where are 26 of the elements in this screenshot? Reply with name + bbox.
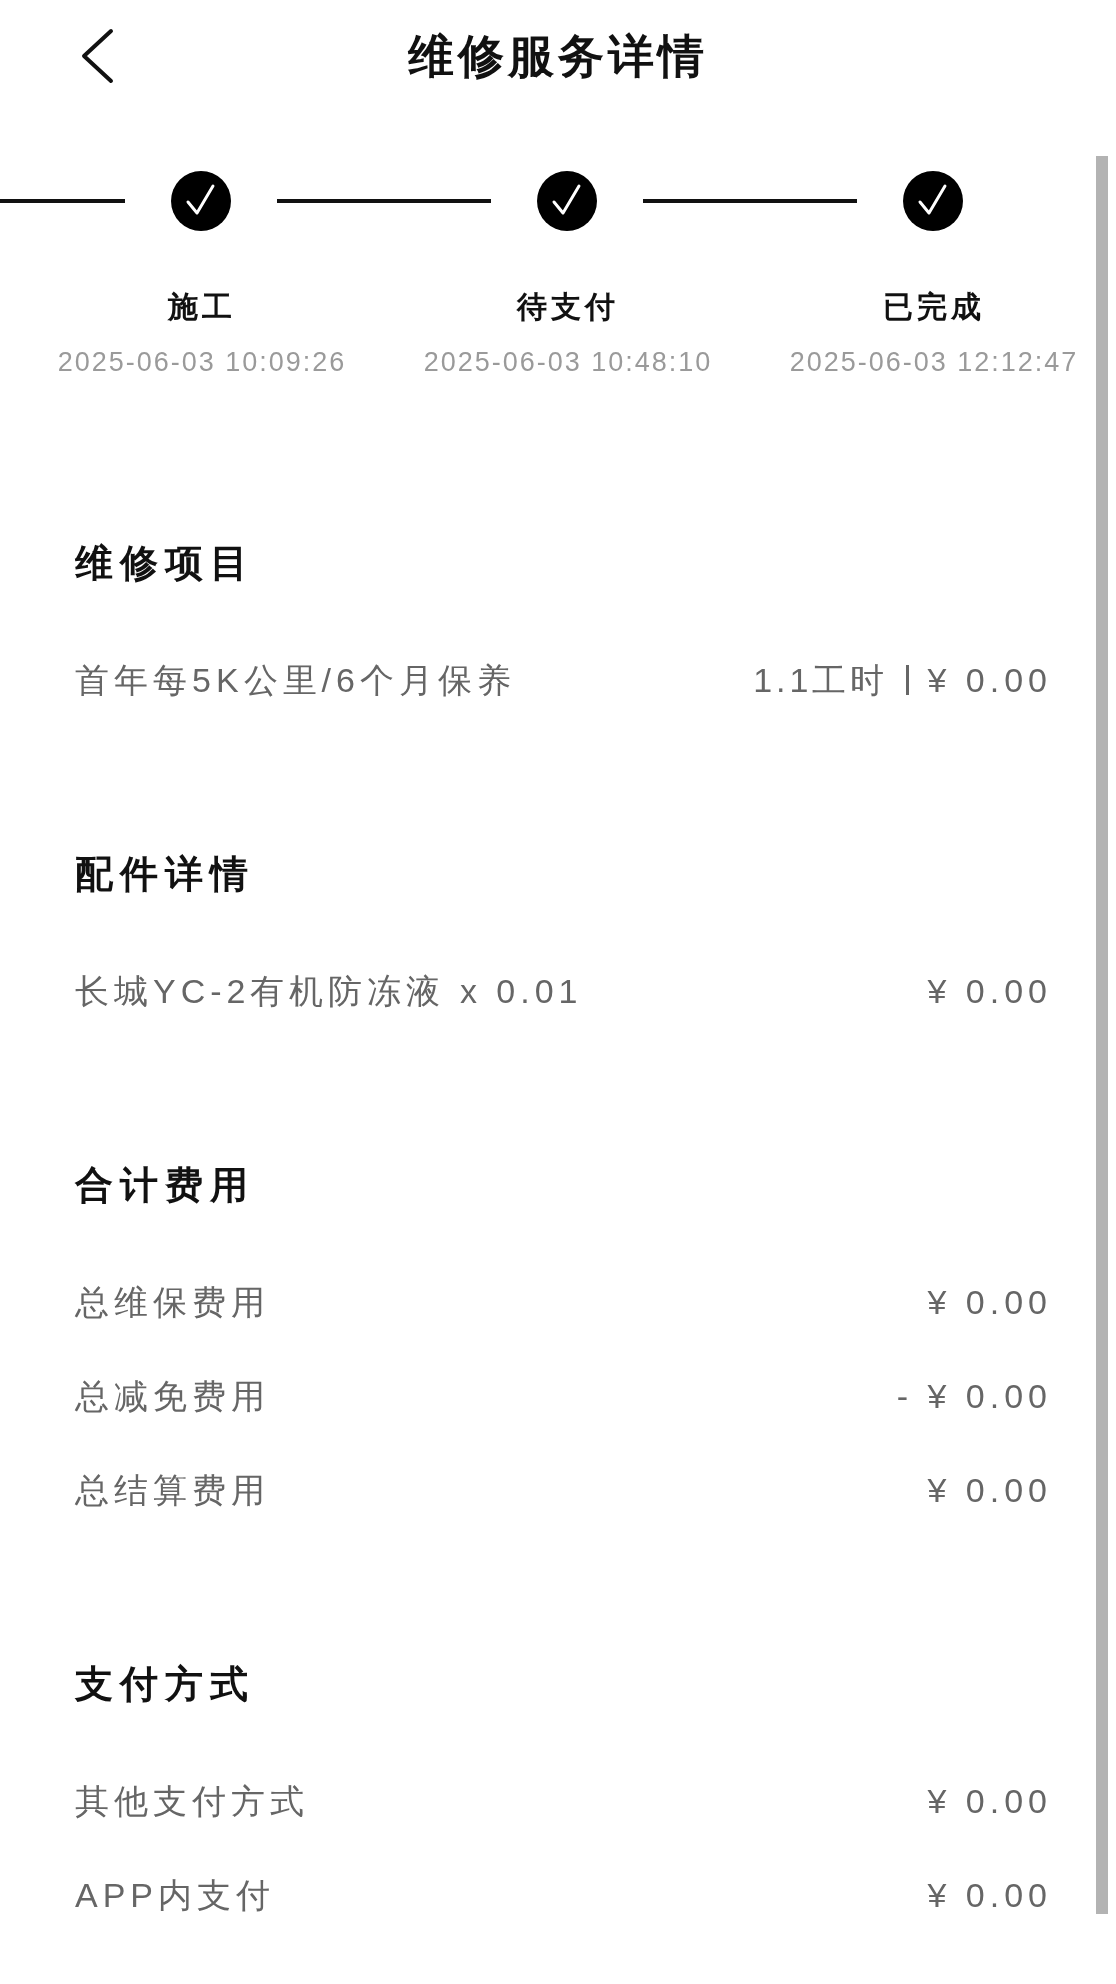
amount: - ¥ 0.00 [896,1375,1052,1417]
labor-hours: 1.1工时 [753,659,889,701]
step-label: 已完成 [883,288,985,325]
item-label: 长城YC-2有机防冻液 x 0.01 [75,970,583,1012]
section-title: 合计费用 [75,1162,255,1208]
amount: ¥ 0.00 [927,1780,1052,1822]
item-label: 总结算费用 [75,1469,270,1511]
item-label: APP内支付 [75,1874,276,1916]
step-label: 待支付 [517,288,619,325]
item-label: 其他支付方式 [75,1780,309,1822]
amount: ¥ 0.00 [927,970,1052,1012]
amount: ¥ 0.00 [927,1281,1052,1323]
section-title: 支付方式 [75,1661,255,1707]
page-title: 维修服务详情 [408,33,708,79]
section-title: 配件详情 [75,851,255,897]
step-label: 施工 [168,288,236,325]
step-time: 2025-06-03 10:09:26 [57,345,347,379]
step-time: 2025-06-03 12:12:47 [789,345,1079,379]
amount: ¥ 0.00 [927,1469,1052,1511]
item-label: 总维保费用 [75,1281,270,1323]
amount: ¥ 0.00 [927,1874,1052,1916]
item-label: 总减免费用 [75,1375,270,1417]
step-time: 2025-06-03 10:48:10 [423,345,713,379]
amount: ¥ 0.00 [927,659,1052,701]
section-title: 维修项目 [75,540,255,586]
item-label: 首年每5K公里/6个月保养 [75,659,516,701]
